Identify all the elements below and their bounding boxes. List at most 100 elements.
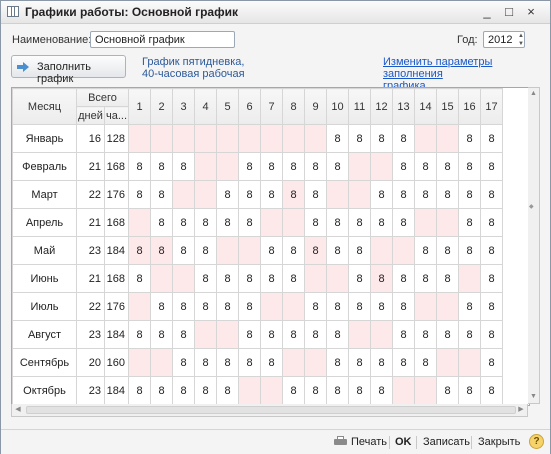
help-icon[interactable]: ? — [529, 434, 544, 449]
day-cell[interactable]: 8 — [480, 264, 503, 293]
day-cell[interactable]: 8 — [128, 376, 151, 405]
day-cell[interactable]: 8 — [458, 124, 481, 153]
day-cell[interactable] — [282, 124, 305, 153]
day-cell[interactable] — [458, 348, 481, 377]
day-cell[interactable]: 8 — [392, 348, 415, 377]
day-cell[interactable]: 8 — [480, 152, 503, 181]
day-cell[interactable]: 8 — [150, 320, 173, 349]
day-cell[interactable] — [458, 264, 481, 293]
day-cell[interactable] — [260, 376, 283, 405]
day-cell[interactable]: 8 — [370, 264, 393, 293]
day-cell[interactable]: 8 — [326, 124, 349, 153]
day-cell[interactable]: 8 — [392, 180, 415, 209]
day-cell[interactable]: 8 — [480, 124, 503, 153]
day-cell[interactable]: 8 — [414, 152, 437, 181]
day-cell[interactable] — [150, 264, 173, 293]
day-cell[interactable]: 8 — [260, 264, 283, 293]
day-cell[interactable] — [194, 320, 217, 349]
table-row[interactable]: Январь 16 128 8 8 8 8 8 8 — [12, 124, 503, 153]
day-cell[interactable]: 8 — [392, 264, 415, 293]
day-cell[interactable]: 8 — [480, 348, 503, 377]
fill-schedule-button[interactable]: Заполнить график — [11, 55, 126, 85]
day-cell[interactable] — [216, 236, 239, 265]
day-cell[interactable] — [414, 376, 437, 405]
day-cell[interactable]: 8 — [172, 236, 195, 265]
day-cell[interactable]: 8 — [458, 152, 481, 181]
day-cell[interactable]: 8 — [480, 292, 503, 321]
day-cell[interactable]: 8 — [260, 152, 283, 181]
day-cell[interactable] — [436, 292, 459, 321]
day-cell[interactable]: 8 — [480, 208, 503, 237]
day-cell[interactable] — [282, 208, 305, 237]
day-cell[interactable] — [194, 152, 217, 181]
scroll-down-icon[interactable]: ▼ — [528, 391, 539, 403]
day-cell[interactable]: 8 — [326, 236, 349, 265]
day-cell[interactable] — [436, 348, 459, 377]
close-form-button[interactable]: Закрыть — [478, 436, 520, 448]
day-cell[interactable] — [216, 124, 239, 153]
day-cell[interactable]: 8 — [150, 152, 173, 181]
day-cell[interactable] — [172, 264, 195, 293]
day-cell[interactable]: 8 — [414, 236, 437, 265]
day-cell[interactable]: 8 — [238, 292, 261, 321]
day-cell[interactable] — [238, 236, 261, 265]
day-cell[interactable]: 8 — [172, 152, 195, 181]
day-cell[interactable]: 8 — [348, 124, 371, 153]
day-cell[interactable]: 8 — [238, 264, 261, 293]
day-cell[interactable]: 8 — [238, 152, 261, 181]
day-cell[interactable]: 8 — [370, 376, 393, 405]
day-cell[interactable] — [304, 264, 327, 293]
day-cell[interactable]: 8 — [150, 376, 173, 405]
day-cell[interactable]: 8 — [216, 376, 239, 405]
day-cell[interactable]: 8 — [326, 152, 349, 181]
day-cell[interactable] — [436, 208, 459, 237]
day-cell[interactable]: 8 — [458, 208, 481, 237]
day-cell[interactable]: 8 — [392, 320, 415, 349]
day-cell[interactable]: 8 — [128, 320, 151, 349]
day-cell[interactable]: 8 — [194, 208, 217, 237]
day-cell[interactable] — [282, 292, 305, 321]
day-cell[interactable]: 8 — [150, 180, 173, 209]
day-cell[interactable]: 8 — [282, 376, 305, 405]
table-row[interactable]: Февраль 21 168 8 8 8 8 8 8 8 8 8 8 8 8 8 — [12, 152, 503, 181]
day-cell[interactable]: 8 — [172, 292, 195, 321]
day-cell[interactable] — [326, 264, 349, 293]
day-cell[interactable] — [392, 236, 415, 265]
horizontal-scrollbar[interactable]: ◀ ▶ — [11, 404, 528, 417]
name-field[interactable]: Основной график — [90, 31, 235, 48]
day-cell[interactable] — [128, 348, 151, 377]
day-cell[interactable]: 8 — [326, 320, 349, 349]
spin-up-icon[interactable]: ▲ — [516, 32, 526, 40]
day-cell[interactable]: 8 — [480, 180, 503, 209]
day-cell[interactable]: 8 — [304, 236, 327, 265]
day-cell[interactable]: 8 — [128, 264, 151, 293]
day-cell[interactable] — [150, 348, 173, 377]
day-cell[interactable]: 8 — [480, 236, 503, 265]
day-cell[interactable]: 8 — [370, 180, 393, 209]
day-cell[interactable]: 8 — [194, 348, 217, 377]
day-cell[interactable] — [304, 124, 327, 153]
year-stepper[interactable]: ▲ ▼ — [516, 32, 526, 49]
day-cell[interactable] — [370, 320, 393, 349]
day-cell[interactable]: 8 — [436, 376, 459, 405]
day-cell[interactable]: 8 — [304, 292, 327, 321]
day-cell[interactable] — [260, 208, 283, 237]
day-cell[interactable]: 8 — [172, 208, 195, 237]
day-cell[interactable]: 8 — [370, 208, 393, 237]
day-cell[interactable]: 8 — [128, 236, 151, 265]
day-cell[interactable]: 8 — [436, 152, 459, 181]
ok-button[interactable]: OK — [395, 436, 412, 448]
day-cell[interactable]: 8 — [304, 152, 327, 181]
table-row[interactable]: Апрель 21 168 8 8 8 8 8 8 8 8 8 8 8 8 — [12, 208, 503, 237]
day-cell[interactable]: 8 — [150, 292, 173, 321]
day-cell[interactable]: 8 — [304, 320, 327, 349]
day-cell[interactable]: 8 — [326, 208, 349, 237]
day-cell[interactable] — [216, 152, 239, 181]
day-cell[interactable]: 8 — [370, 124, 393, 153]
day-cell[interactable]: 8 — [458, 292, 481, 321]
day-cell[interactable]: 8 — [216, 208, 239, 237]
day-cell[interactable] — [260, 124, 283, 153]
day-cell[interactable]: 8 — [436, 320, 459, 349]
day-cell[interactable] — [370, 236, 393, 265]
day-cell[interactable]: 8 — [392, 292, 415, 321]
